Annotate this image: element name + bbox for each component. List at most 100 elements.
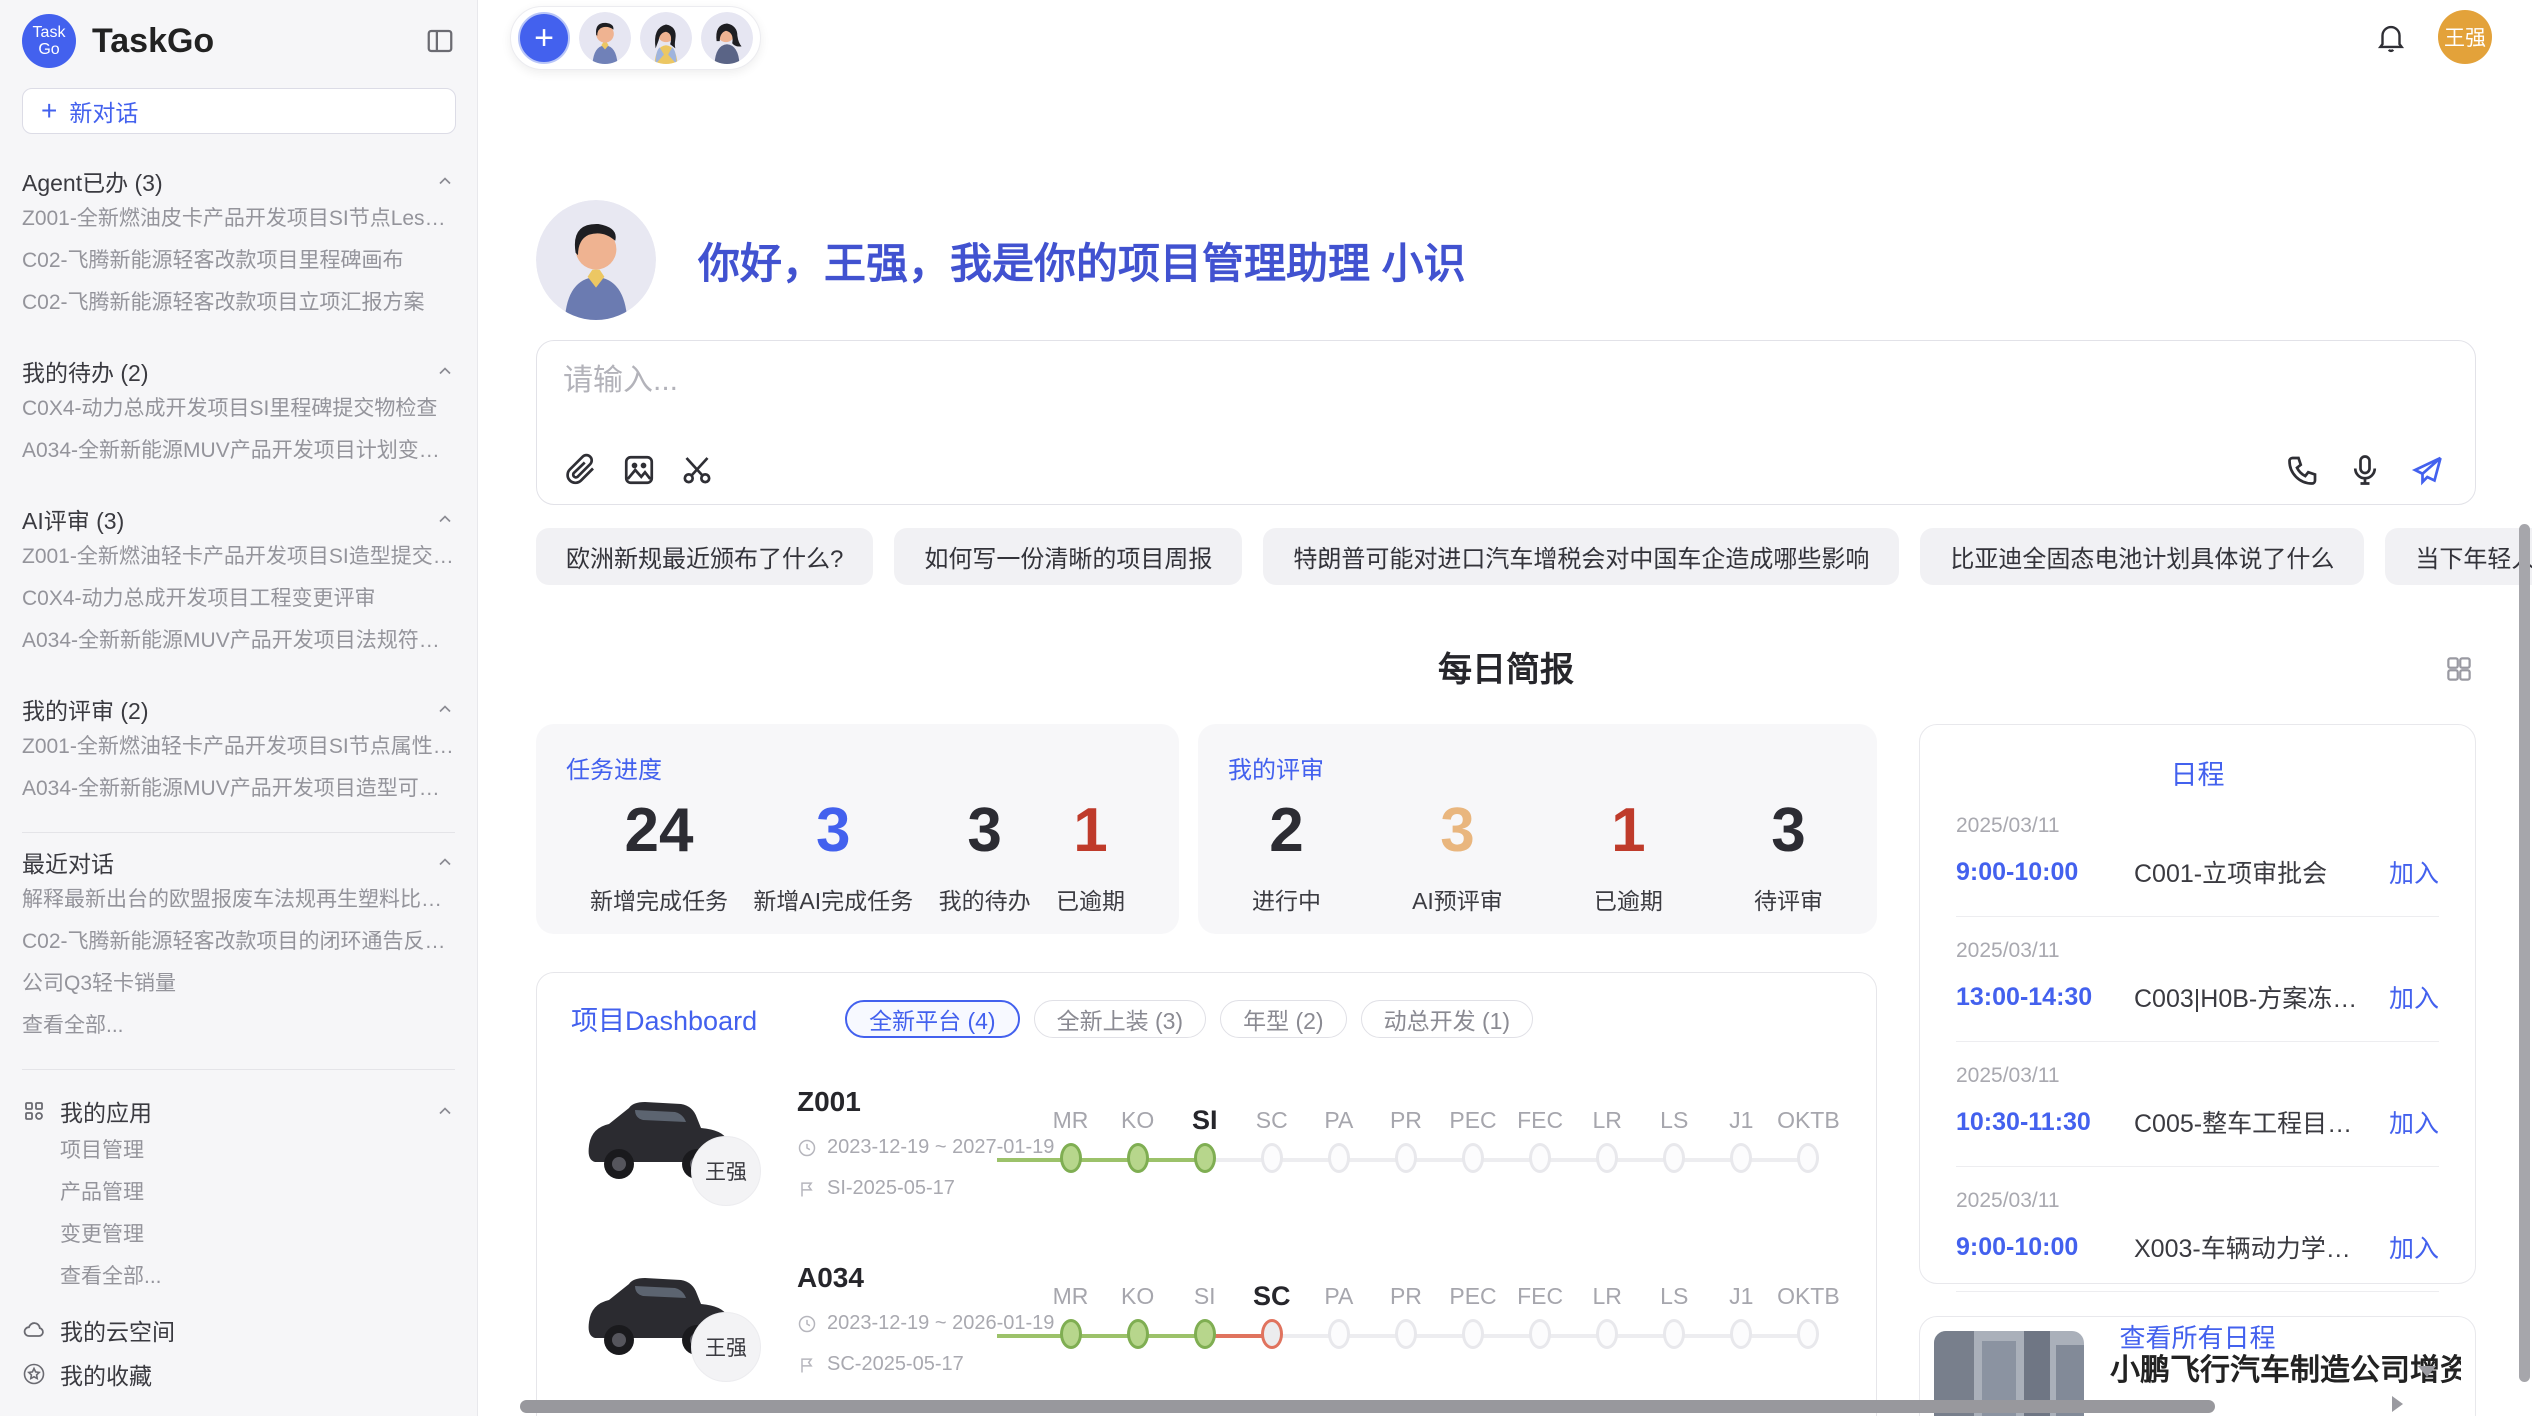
sidebar-task-item[interactable]: C02-飞腾新能源轻客改款项目里程碑画布 bbox=[22, 240, 455, 282]
recent-chat-item[interactable]: 公司Q3轻卡销量 bbox=[22, 963, 455, 1005]
chevron-up-icon[interactable] bbox=[435, 361, 455, 381]
sidebar-task-item[interactable]: Z001-全新燃油轻卡产品开发项目SI造型提交物评审 bbox=[22, 536, 455, 578]
join-button[interactable]: 加入 bbox=[2389, 854, 2439, 890]
layout-grid-icon[interactable] bbox=[2444, 654, 2474, 684]
tab-model-year[interactable]: 年型 (2) bbox=[1220, 1000, 1347, 1038]
recent-chat-item[interactable]: 解释最新出台的欧盟报废车法规再生塑料比例被调至15%... bbox=[22, 879, 455, 921]
apps-view-all[interactable]: 查看全部... bbox=[22, 1256, 455, 1298]
collapse-sidebar-icon[interactable] bbox=[425, 26, 455, 56]
stat-value: 24 bbox=[590, 795, 728, 866]
stat-label: AI预评审 bbox=[1412, 882, 1503, 916]
tab-new-body[interactable]: 全新上装 (3) bbox=[1034, 1000, 1207, 1038]
milestone-node bbox=[1529, 1143, 1551, 1173]
user-avatar[interactable]: 王强 bbox=[2438, 10, 2492, 64]
apps-grid-icon bbox=[22, 1099, 46, 1123]
section-my-review[interactable]: 我的评审 (2) bbox=[22, 692, 455, 726]
section-ai-review[interactable]: AI评审 (3) bbox=[22, 502, 455, 536]
chevron-up-icon[interactable] bbox=[435, 699, 455, 719]
sidebar-task-item[interactable]: Z001-全新燃油轻卡产品开发项目SI节点属性5D文件评审 bbox=[22, 726, 455, 768]
app-item-change-mgmt[interactable]: 变更管理 bbox=[22, 1214, 455, 1256]
tab-powertrain[interactable]: 动总开发 (1) bbox=[1361, 1000, 1534, 1038]
stat-review-overdue: 1 已逾期 bbox=[1594, 795, 1663, 916]
sidebar-task-item[interactable]: A034-全新新能源MUV产品开发项目法规符合性评审 bbox=[22, 620, 455, 662]
milestone-oktb: OKTB bbox=[1775, 1276, 1842, 1390]
sidebar-task-item[interactable]: C0X4-动力总成开发项目工程变更评审 bbox=[22, 578, 455, 620]
scissors-icon[interactable] bbox=[679, 452, 715, 488]
suggestion-chip[interactable]: 特朗普可能对进口汽车增税会对中国车企造成哪些影响 bbox=[1263, 528, 1899, 585]
stat-label: 已逾期 bbox=[1056, 882, 1125, 916]
new-chat-label: 新对话 bbox=[69, 94, 138, 128]
horizontal-scrollbar-thumb[interactable] bbox=[520, 1400, 2215, 1413]
recent-view-all[interactable]: 查看全部... bbox=[22, 1005, 455, 1047]
stats-row: 任务进度 24 新增完成任务 3 新增AI完成任务 bbox=[536, 724, 1877, 934]
sidebar-task-item[interactable]: A034-全新新能源MUV产品开发项目计划变更表编写 bbox=[22, 430, 455, 472]
milestone-j1: J1 bbox=[1708, 1276, 1775, 1390]
project-row-a034[interactable]: 王强 A034 2023-12-19 ~ 2026-01-19 bbox=[571, 1260, 1842, 1390]
suggestion-chip[interactable]: 比亚迪全固态电池计划具体说了什么 bbox=[1920, 528, 2364, 585]
tab-new-platform[interactable]: 全新平台 (4) bbox=[845, 1000, 1020, 1038]
image-icon[interactable] bbox=[621, 452, 657, 488]
app-item-project-mgmt[interactable]: 项目管理 bbox=[22, 1130, 455, 1172]
chevron-up-icon[interactable] bbox=[435, 509, 455, 529]
sidebar-task-item[interactable]: A034-全新新能源MUV产品开发项目造型可行性评审 bbox=[22, 768, 455, 810]
milestone-timeline: MR KO SI SC PA PR PEC FEC LR LS J1 bbox=[1037, 1084, 1842, 1214]
milestone-node bbox=[1663, 1319, 1685, 1349]
stat-value: 3 bbox=[1412, 795, 1503, 866]
my-cloud-label: 我的云空间 bbox=[60, 1313, 175, 1347]
chevron-up-icon[interactable] bbox=[435, 852, 455, 872]
session-avatar-3[interactable] bbox=[701, 12, 753, 64]
project-row-z001[interactable]: 王强 Z001 2023-12-19 ~ 2027-01-19 bbox=[571, 1084, 1842, 1214]
suggestion-chip[interactable]: 如何写一份清晰的项目周报 bbox=[894, 528, 1242, 585]
milestone-node bbox=[1395, 1319, 1417, 1349]
notification-bell-icon[interactable] bbox=[2374, 20, 2408, 54]
send-icon[interactable] bbox=[2409, 452, 2445, 488]
join-button[interactable]: 加入 bbox=[2389, 1229, 2439, 1265]
section-agent-done[interactable]: Agent已办 (3) bbox=[22, 164, 455, 198]
suggestion-chip[interactable]: 欧洲新规最近颁布了什么? bbox=[536, 528, 873, 585]
sidebar-task-item[interactable]: C0X4-动力总成开发项目SI里程碑提交物检查 bbox=[22, 388, 455, 430]
scroll-down-arrow[interactable] bbox=[2418, 1366, 2436, 1377]
milestone-j1: J1 bbox=[1708, 1100, 1775, 1214]
session-avatar-1[interactable] bbox=[579, 12, 631, 64]
chevron-up-icon[interactable] bbox=[435, 1101, 455, 1121]
session-avatar-2[interactable] bbox=[640, 12, 692, 64]
vertical-scrollbar-thumb[interactable] bbox=[2519, 524, 2530, 1382]
sidebar-task-item[interactable]: Z001-全新燃油皮卡产品开发项目SI节点Lesson Learn报告 bbox=[22, 198, 455, 240]
my-apps-header[interactable]: 我的应用 bbox=[22, 1092, 455, 1130]
stat-value: 2 bbox=[1252, 795, 1321, 866]
my-cloud-space[interactable]: 我的云空间 bbox=[22, 1308, 455, 1352]
milestone-pec: PEC bbox=[1439, 1100, 1506, 1214]
project-thumbnail: 王强 bbox=[571, 1084, 797, 1214]
milestone-pr: PR bbox=[1372, 1276, 1439, 1390]
section-my-todo[interactable]: 我的待办 (2) bbox=[22, 354, 455, 388]
join-button[interactable]: 加入 bbox=[2389, 979, 2439, 1015]
sidebar-task-item[interactable]: C02-飞腾新能源轻客改款项目立项汇报方案 bbox=[22, 282, 455, 324]
message-input[interactable] bbox=[563, 359, 2449, 403]
schedule-date: 2025/03/11 bbox=[1956, 1189, 2439, 1213]
my-apps-label: 我的应用 bbox=[60, 1094, 152, 1128]
milestone-node bbox=[1797, 1143, 1819, 1173]
new-chat-button[interactable]: + 新对话 bbox=[22, 88, 456, 134]
milestone-flag: SI-2025-05-17 bbox=[827, 1177, 955, 1200]
microphone-icon[interactable] bbox=[2347, 452, 2383, 488]
app-item-product-mgmt[interactable]: 产品管理 bbox=[22, 1172, 455, 1214]
attachment-icon[interactable] bbox=[563, 452, 599, 488]
card-title: 任务进度 bbox=[566, 750, 1149, 785]
milestone-sc: SC bbox=[1238, 1100, 1305, 1214]
join-button[interactable]: 加入 bbox=[2389, 1104, 2439, 1140]
recent-chat-item[interactable]: C02-飞腾新能源轻客改款项目的闭环通告反馈情况 bbox=[22, 921, 455, 963]
section-title: 最近对话 bbox=[22, 845, 114, 879]
scroll-right-arrow[interactable] bbox=[2392, 1396, 2403, 1412]
my-favorites[interactable]: 我的收藏 bbox=[22, 1352, 455, 1396]
chevron-up-icon[interactable] bbox=[435, 171, 455, 191]
phone-icon[interactable] bbox=[2285, 452, 2321, 488]
section-recent-chats[interactable]: 最近对话 bbox=[22, 845, 455, 879]
stat-label: 待评审 bbox=[1754, 882, 1823, 916]
suggestion-chip[interactable]: 当下年轻人对汽车外观有怎样的喜好趋势 bbox=[2385, 528, 2532, 585]
add-session-button[interactable]: + bbox=[518, 12, 570, 64]
milestone-fec: FEC bbox=[1507, 1276, 1574, 1390]
milestone-node bbox=[1596, 1143, 1618, 1173]
stat-label: 进行中 bbox=[1252, 882, 1321, 916]
milestone-node bbox=[1395, 1143, 1417, 1173]
top-right-controls: 王强 bbox=[2374, 10, 2492, 64]
